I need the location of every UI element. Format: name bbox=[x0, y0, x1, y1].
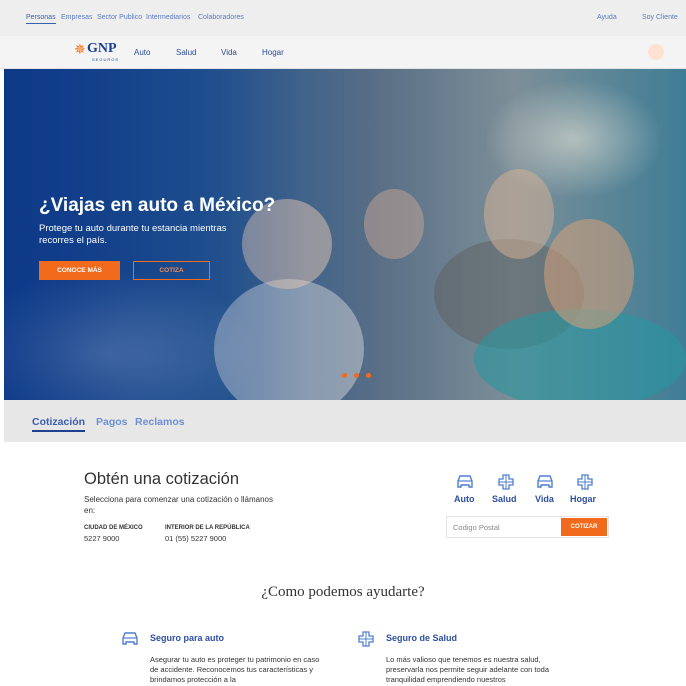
hero-photo-shape bbox=[484, 169, 554, 259]
main-nav: ✵ GNP SEGUROS bbox=[0, 36, 686, 69]
phone-number-interior[interactable]: 01 (55) 5227 9000 bbox=[165, 534, 226, 543]
logo-subtitle: SEGUROS bbox=[92, 57, 120, 62]
nav-hogar[interactable]: Hogar bbox=[262, 48, 284, 57]
product-auto-label[interactable]: Auto bbox=[454, 494, 475, 504]
service-salud-title[interactable]: Seguro de Salud bbox=[386, 633, 457, 643]
tab-pagos[interactable]: Pagos bbox=[96, 416, 128, 428]
tab-reclamos[interactable]: Reclamos bbox=[135, 416, 185, 428]
help-section-title: ¿Como podemos ayudarte? bbox=[261, 584, 425, 600]
service-tabs: Cotización Pagos Reclamos bbox=[4, 400, 686, 442]
user-avatar[interactable] bbox=[648, 44, 664, 60]
help-link[interactable]: Ayuda bbox=[597, 14, 617, 21]
segment-empresas[interactable]: Empresas bbox=[61, 14, 93, 21]
phone-number-cdmx[interactable]: 5227 9000 bbox=[84, 534, 119, 543]
carousel-dot[interactable] bbox=[342, 373, 347, 378]
quote-submit-button[interactable]: COTIZAR bbox=[561, 518, 607, 536]
top-utility-bar: Personas Empresas Sector Publico Interme… bbox=[0, 0, 686, 36]
nav-auto[interactable]: Auto bbox=[134, 48, 150, 57]
logo-name: GNP bbox=[87, 41, 117, 56]
health-cross-icon bbox=[358, 631, 374, 647]
phone-label-interior: INTERIOR DE LA REPÚBLICA bbox=[165, 525, 250, 531]
hero-title: ¿Viajas en auto a México? bbox=[39, 195, 276, 216]
health-cross-icon[interactable] bbox=[496, 473, 516, 491]
car-icon bbox=[122, 632, 138, 645]
car-icon[interactable] bbox=[455, 473, 475, 491]
quote-title: Obtén una cotización bbox=[84, 470, 240, 488]
gnp-logo[interactable]: ✵ GNP SEGUROS bbox=[74, 41, 126, 63]
carousel-dot[interactable] bbox=[354, 373, 359, 378]
logo-star-icon: ✵ bbox=[74, 41, 86, 57]
hero-photo-shape bbox=[364, 189, 424, 259]
hero-photo-shape bbox=[544, 219, 634, 329]
product-vida-label[interactable]: Vida bbox=[535, 494, 554, 504]
service-salud-description: Lo más valioso que tenemos es nuestra sa… bbox=[386, 655, 550, 684]
health-cross-icon[interactable] bbox=[575, 473, 595, 491]
segment-sector-publico[interactable]: Sector Publico bbox=[97, 14, 142, 21]
learn-more-button[interactable]: CONOCE MÁS bbox=[39, 261, 120, 280]
postal-code-box: COTIZAR bbox=[446, 516, 609, 538]
tab-cotizacion[interactable]: Cotización bbox=[32, 416, 86, 432]
quote-description: Selecciona para comenzar una cotización … bbox=[84, 495, 273, 515]
segment-colaboradores[interactable]: Colaboradores bbox=[198, 14, 244, 21]
product-salud-label[interactable]: Salud bbox=[492, 494, 517, 504]
quote-now-button[interactable]: COTIZA bbox=[133, 261, 210, 280]
postal-code-input[interactable] bbox=[453, 520, 553, 535]
segment-intermediarios[interactable]: Intermediarios bbox=[146, 14, 190, 21]
nav-vida[interactable]: Vida bbox=[221, 48, 237, 57]
service-auto-title[interactable]: Seguro para auto bbox=[150, 633, 224, 643]
phone-label-cdmx: CIUDAD DE MÉXICO bbox=[84, 525, 143, 531]
hero-subtitle: Protege tu auto durante tu estancia mien… bbox=[39, 223, 227, 246]
segment-personas[interactable]: Personas bbox=[26, 14, 56, 24]
service-auto-description: Asegurar tu auto es proteger tu patrimon… bbox=[150, 655, 320, 684]
carousel-dot[interactable] bbox=[366, 373, 371, 378]
product-hogar-label[interactable]: Hogar bbox=[570, 494, 596, 504]
client-login-link[interactable]: Soy Cliente bbox=[642, 14, 678, 21]
car-icon[interactable] bbox=[535, 473, 555, 491]
nav-salud[interactable]: Salud bbox=[176, 48, 196, 57]
hero-banner: ¿Viajas en auto a México? Protege tu aut… bbox=[4, 69, 686, 400]
